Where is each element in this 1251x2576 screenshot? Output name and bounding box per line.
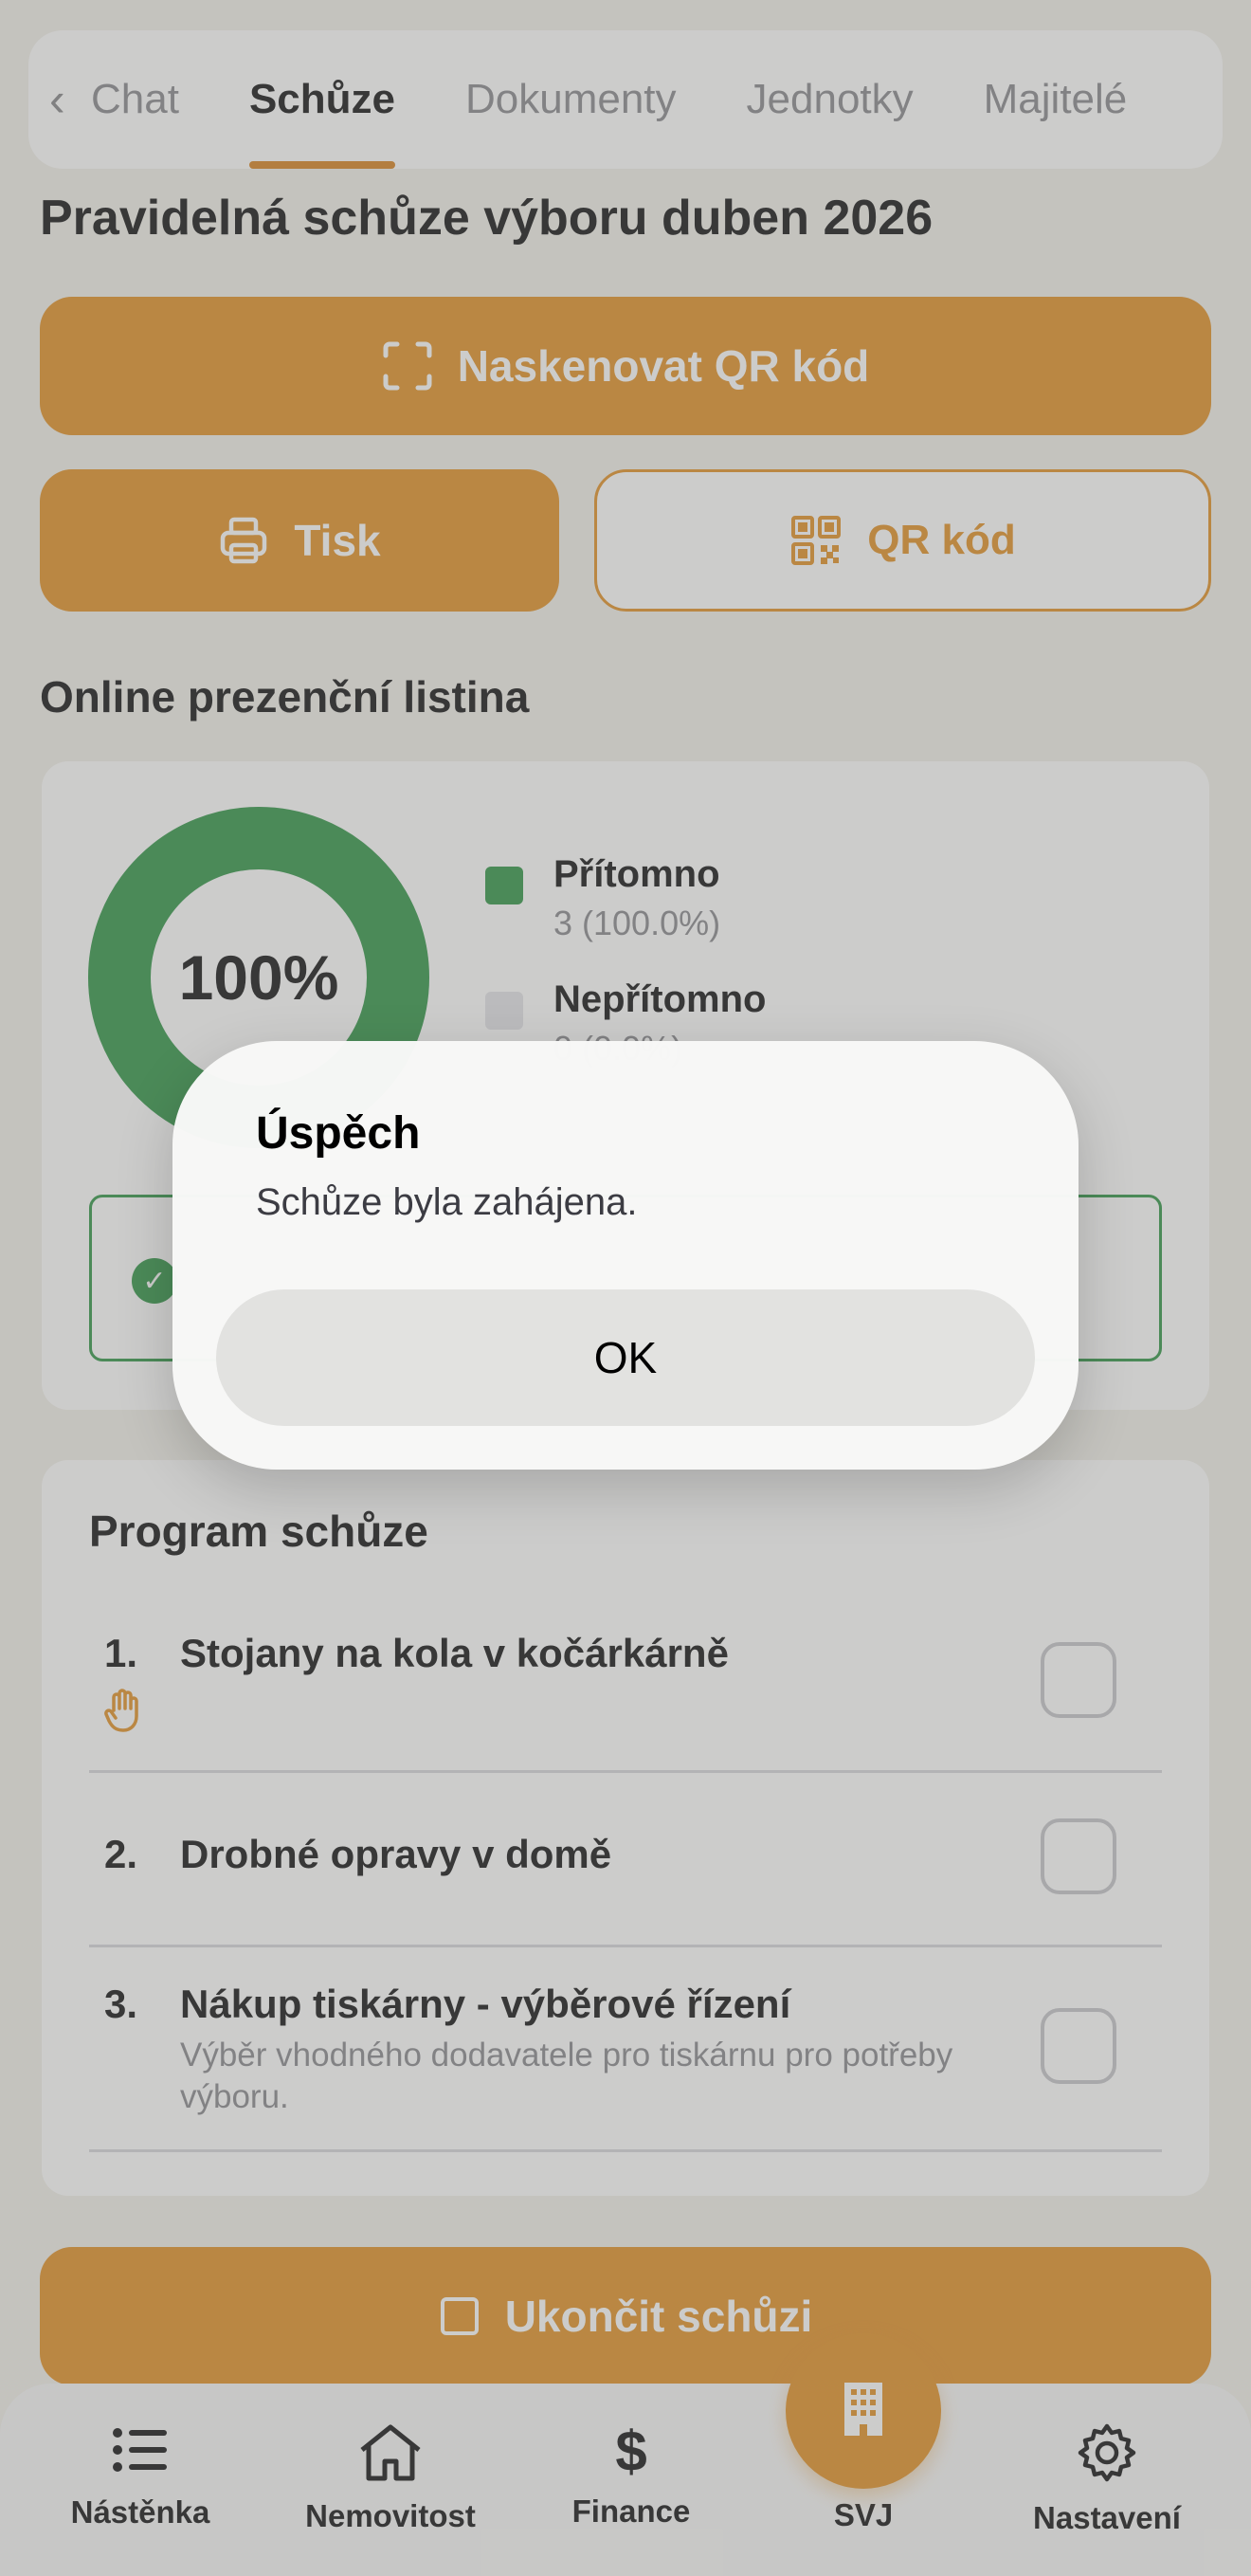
success-alert-dialog: Úspěch Schůze byla zahájena. OK: [172, 1041, 1079, 1470]
dialog-message: Schůze byla zahájena.: [256, 1181, 638, 1223]
ok-button[interactable]: OK: [216, 1289, 1035, 1426]
app-screen: ‹ Chat Schůze Dokumenty Jednotky Majitel…: [0, 0, 1251, 2576]
dialog-title: Úspěch: [256, 1108, 421, 1159]
